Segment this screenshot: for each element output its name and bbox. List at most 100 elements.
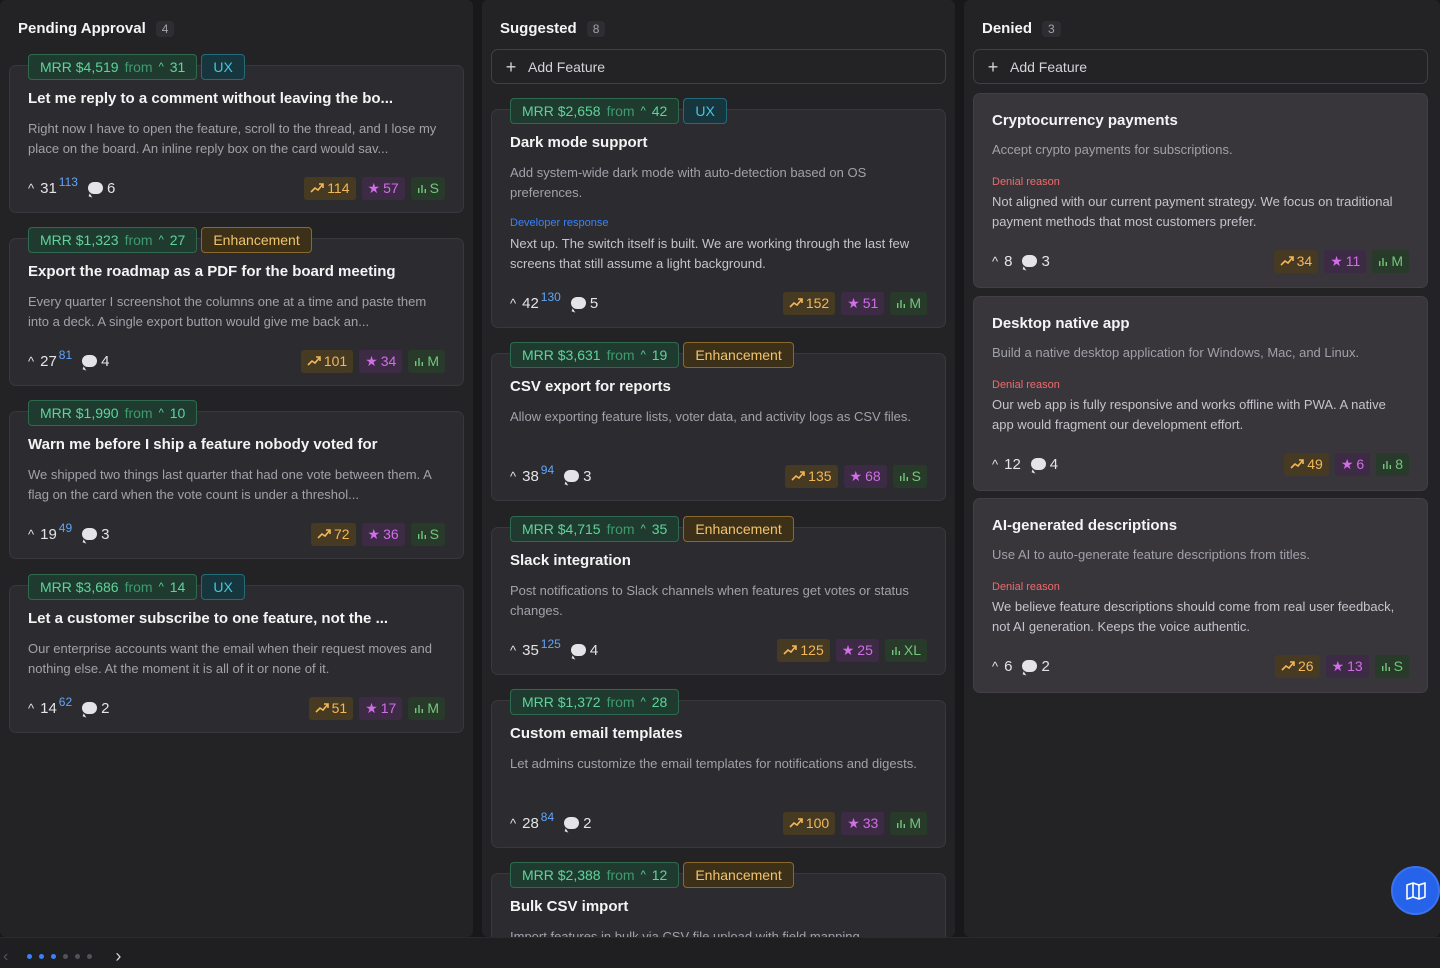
feature-card[interactable]: MRR $4,519 from ^ 31 UX Let me reply to a c…	[9, 54, 464, 213]
comments-button[interactable]: 4	[570, 642, 598, 659]
feature-card[interactable]: MRR $4,715 from ^ 35 Enhancement Slack inte…	[491, 516, 946, 675]
card-description: Let admins customize the email templates…	[510, 756, 917, 771]
card-title: Let me reply to a comment without leavin…	[28, 90, 394, 107]
comments-button[interactable]: 3	[564, 468, 592, 485]
mrr-chip: MRR $1,990 from ^ 10	[28, 400, 198, 426]
bar-chart-icon	[415, 358, 424, 366]
mrr-from: from	[124, 405, 153, 421]
vote-score: 130	[540, 290, 561, 304]
pager-dot[interactable]	[87, 954, 93, 959]
bar-chart-icon	[415, 705, 424, 713]
star-value: 25	[857, 642, 873, 658]
size-badge: M	[1372, 249, 1409, 273]
mrr-chip: MRR $2,388 from ^ 12	[510, 862, 680, 888]
upvote-icon: ^	[510, 815, 517, 831]
vote-button[interactable]: ^ 42 130	[510, 290, 561, 312]
card-description: Use AI to auto-generate feature descript…	[992, 547, 1310, 562]
trend-value: 72	[333, 526, 350, 542]
vote-button[interactable]: ^ 31 113	[28, 175, 78, 197]
feature-card[interactable]: Desktop native app Build a native deskto…	[973, 296, 1428, 491]
vote-button[interactable]: ^ 35 125	[510, 637, 561, 659]
vote-button[interactable]: ^ 19 49	[28, 521, 72, 543]
pager-dot[interactable]	[39, 954, 45, 959]
developer-response-text: Next up. The switch itself is built. We …	[510, 236, 910, 271]
pager-dot[interactable]	[27, 954, 33, 959]
column-count: 8	[586, 20, 606, 37]
pager-dot[interactable]	[63, 954, 69, 959]
vote-button[interactable]: ^ 38 94	[510, 463, 554, 485]
card-chips: MRR $2,388 from ^ 12 Enhancement	[510, 862, 794, 888]
vote-button[interactable]: ^ 28 84	[510, 810, 554, 832]
vote-score: 62	[58, 695, 73, 709]
star-value: 6	[1356, 456, 1365, 472]
comments-button[interactable]: 4	[1030, 455, 1059, 473]
tag-chip[interactable]: UX	[201, 574, 245, 600]
feature-card[interactable]: Cryptocurrency payments Accept crypto pa…	[973, 93, 1428, 288]
comments-button[interactable]: 5	[570, 295, 598, 312]
comments-button[interactable]: 2	[564, 815, 592, 832]
card-badges: 125 ★ 25 XL	[777, 638, 927, 662]
size-value: M	[427, 353, 439, 369]
roadmap-map-button[interactable]	[1391, 866, 1440, 915]
column-header: Denied 3	[982, 20, 1061, 37]
mrr-value: MRR $4,715	[522, 521, 601, 537]
trend-badge: 135	[785, 464, 838, 488]
comments-button[interactable]: 3	[82, 526, 110, 543]
pager-dot[interactable]	[75, 954, 81, 959]
tag-chip[interactable]: Enhancement	[683, 862, 794, 888]
tag-chip[interactable]: Enhancement	[683, 516, 794, 542]
chevron-right-icon[interactable]: ›	[115, 946, 121, 967]
plus-icon: +	[987, 56, 999, 77]
vote-button[interactable]: ^ 27 81	[28, 348, 72, 370]
comment-icon	[1030, 458, 1046, 470]
upvote-icon: ^	[992, 658, 999, 674]
comments-button[interactable]: 4	[82, 353, 110, 370]
vote-button[interactable]: ^ 14 62	[28, 695, 72, 717]
tag-chip[interactable]: Enhancement	[683, 342, 794, 368]
vote-count: 8	[1004, 252, 1013, 270]
vote-count: 28	[522, 814, 539, 832]
tag-chip[interactable]: UX	[683, 98, 727, 124]
feature-card[interactable]: MRR $3,686 from ^ 14 UX Let a customer subs…	[9, 574, 464, 733]
caret-up-icon: ^	[640, 105, 646, 117]
trend-value: 26	[1297, 658, 1314, 674]
pager-dot[interactable]	[51, 954, 57, 959]
feature-card[interactable]: MRR $2,388 from ^ 12 Enhancement Bulk CSV i…	[491, 862, 946, 937]
column-denied: Denied 3 + Add Feature Cryptocurrency pa…	[964, 0, 1440, 937]
size-badge: M	[890, 811, 927, 835]
feature-card[interactable]: MRR $1,990 from ^ 10 Warn me before I ship …	[9, 400, 464, 559]
feature-card[interactable]: MRR $3,631 from ^ 19 Enhancement CSV export…	[491, 342, 946, 501]
comments-button[interactable]: 6	[87, 180, 115, 197]
mrr-from: from	[606, 103, 635, 119]
comment-count: 4	[1049, 455, 1059, 473]
tag-chip[interactable]: Enhancement	[201, 227, 312, 253]
column-title: Denied	[982, 20, 1033, 37]
star-badge: ★ 33	[841, 811, 885, 835]
trending-up-icon	[1290, 459, 1305, 469]
feature-card[interactable]: MRR $2,658 from ^ 42 UX Dark mode support A…	[491, 98, 946, 328]
vote-button[interactable]: ^ 8	[992, 253, 1012, 270]
chevron-left-icon[interactable]: ‹	[3, 948, 8, 966]
comments-button[interactable]: 2	[1022, 658, 1050, 675]
add-feature-button[interactable]: + Add Feature	[973, 49, 1428, 84]
mrr-value: MRR $1,323	[40, 232, 119, 248]
size-badge: S	[410, 522, 445, 546]
comments-button[interactable]: 2	[82, 700, 110, 717]
tag-chip[interactable]: UX	[201, 54, 245, 80]
add-feature-button[interactable]: + Add Feature	[491, 49, 946, 84]
comments-button[interactable]: 3	[1022, 252, 1050, 270]
mrr-from: from	[606, 867, 635, 883]
star-badge: ★ 68	[843, 464, 887, 488]
star-value: 57	[383, 180, 399, 196]
card-footer: ^ 38 94 3 135 ★ 68 S	[510, 463, 927, 488]
trend-badge: 26	[1274, 654, 1320, 678]
vote-button[interactable]: ^ 12	[992, 456, 1021, 473]
vote-button[interactable]: ^ 6	[992, 658, 1012, 675]
feature-card[interactable]: AI-generated descriptions Use AI to auto…	[973, 498, 1428, 693]
card-description: Every quarter I screenshot the columns o…	[28, 294, 427, 329]
size-badge: M	[408, 349, 445, 373]
comment-icon	[1022, 255, 1038, 267]
comment-count: 3	[1041, 252, 1050, 270]
feature-card[interactable]: MRR $1,323 from ^ 27 Enhancement Export the…	[9, 227, 464, 386]
feature-card[interactable]: MRR $1,372 from ^ 28 Custom email templates…	[491, 689, 946, 848]
